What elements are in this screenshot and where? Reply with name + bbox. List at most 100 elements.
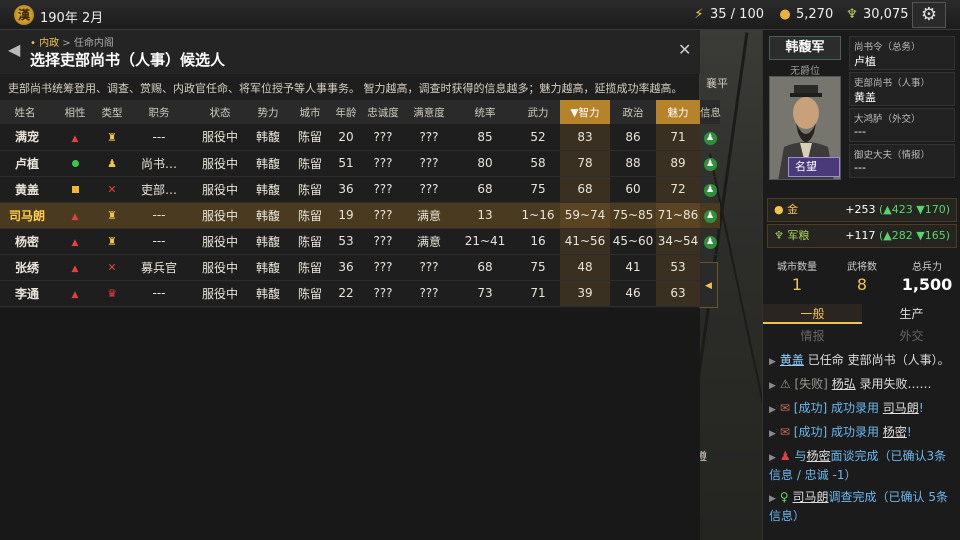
dialog-description: 吏部尚书统筹登用、调查、赏赐、内政官任命、将军位授予等人事事务。 智力越高，调查… — [8, 82, 683, 95]
candidate-row[interactable]: 卢植 ♟ 尚书… 服役中 韩馥 陈留 51?????? 80 58 78 88 89 ♟ — [0, 150, 720, 177]
candidate-row[interactable]: 杨密 ▲ ♜ --- 服役中 韩馥 陈留 53??? 满意 21~41 16 41~56 45~60 34… — [0, 228, 720, 255]
cell-war: 58 — [516, 150, 560, 177]
officer-slot-personnel[interactable]: 吏部尚书（人事） 黄盖 — [849, 72, 955, 106]
column-header[interactable]: 姓名 — [0, 100, 50, 124]
dialog-header: ◀ • 内政 > 任命内阁 选择吏部尚书（人事）候选人 ✕ — [0, 30, 700, 74]
info-icon[interactable]: ♟ — [703, 131, 717, 145]
cell-info[interactable]: ♟ — [700, 150, 720, 177]
log-officer-link[interactable]: 杨密 — [807, 449, 831, 463]
coin-icon: ● — [774, 203, 788, 216]
candidate-row[interactable]: 满宠 ▲ ♜ --- 服役中 韩馥 陈留 20?????? 85 52 83 86 71 ♟ — [0, 124, 720, 151]
officer-name: --- — [854, 161, 866, 174]
city-count-label: 城市数量 — [777, 262, 817, 273]
tab-production[interactable]: 生产 — [862, 304, 960, 324]
food-income: ♆ 军粮 +117 (▲282 ▼165) — [767, 224, 957, 248]
cell-lead: 85 — [454, 124, 516, 151]
type-icon: ♜ — [107, 209, 117, 222]
cell-age: 36 — [330, 176, 362, 203]
column-header[interactable]: 忠诚度 — [362, 100, 404, 124]
column-header[interactable]: 状态 — [194, 100, 246, 124]
cell-city: 陈留 — [290, 176, 330, 203]
candidate-row[interactable]: 李通▲♛---服役中韩馥陈留22??????7371394663♟ — [0, 280, 720, 307]
cell-name[interactable]: 司马朗 — [0, 202, 50, 229]
column-header[interactable]: 势力 — [246, 100, 290, 124]
log-item[interactable]: ▶ ♀ 司马朗调查完成（已确认 5条信息） — [769, 489, 957, 525]
cell-info[interactable]: ♟ — [700, 176, 720, 203]
column-header[interactable]: 政治 — [610, 100, 656, 124]
mail-icon: ✉ — [779, 401, 794, 415]
tab-intel[interactable]: 情报 — [763, 326, 862, 346]
action-points: ⚡ 35 / 100 — [692, 7, 764, 22]
column-header[interactable]: 统率 — [454, 100, 516, 124]
cell-name[interactable]: 李通 — [0, 280, 50, 307]
column-header[interactable]: 满意度 — [404, 100, 454, 124]
info-icon[interactable]: ♟ — [703, 184, 717, 197]
food-income-label: 军粮 — [787, 229, 810, 242]
expand-arrow-icon[interactable]: ▶ — [769, 405, 776, 415]
cell-name[interactable]: 张绣 — [0, 254, 50, 281]
breadcrumb-section[interactable]: • 内政 — [30, 38, 59, 49]
cell-name[interactable]: 卢植 — [0, 150, 50, 177]
settings-button[interactable]: ⚙ — [912, 2, 946, 28]
tab-diplomacy[interactable]: 外交 — [862, 326, 960, 346]
log-officer-link[interactable]: 司马朗 — [883, 401, 919, 415]
cell-info[interactable]: ♟ — [700, 124, 720, 151]
candidate-row[interactable]: 张绣▲✕募兵官服役中韩馥陈留36??????6875484153♟ — [0, 254, 720, 281]
map-city-label[interactable]: 襄平 — [706, 75, 728, 91]
column-header[interactable]: 相性 — [50, 100, 100, 124]
cell-lead: 68 — [454, 176, 516, 203]
cell-post: --- — [124, 202, 194, 229]
expand-arrow-icon[interactable]: ▶ — [769, 494, 776, 504]
cell-aff: ▲ — [50, 202, 100, 229]
cell-lead: 68 — [454, 254, 516, 281]
cell-name[interactable]: 黄盖 — [0, 176, 50, 203]
cell-pol: 45~60 — [610, 228, 656, 255]
back-arrow-icon[interactable]: ◀ — [8, 40, 20, 59]
expand-arrow-icon[interactable]: ▶ — [769, 357, 776, 367]
info-icon[interactable]: ♟ — [703, 210, 717, 223]
log-officer-link[interactable]: 黄盖 — [780, 353, 804, 367]
cell-cha: 89 — [656, 150, 700, 177]
expand-arrow-icon[interactable]: ▶ — [769, 429, 776, 439]
cell-info[interactable]: ♟ — [700, 202, 720, 229]
candidate-row[interactable]: 司马朗 ▲ ♜ --- 服役中 韩馥 陈留 19??? 满意 13 1~16 59~74 75~85 71… — [0, 202, 720, 229]
column-header[interactable]: 城市 — [290, 100, 330, 124]
officer-slot-intel[interactable]: 御史大夫（情报） --- — [849, 144, 955, 178]
fame-badge: 名望 52 — [788, 157, 840, 179]
column-header[interactable]: ▼智力 — [560, 100, 610, 124]
log-officer-link[interactable]: 杨密 — [883, 425, 907, 439]
cell-satisfaction: ??? — [404, 176, 454, 203]
officer-slot-diplomacy[interactable]: 大鸿胪（外交） --- — [849, 108, 955, 142]
column-header[interactable]: 武力 — [516, 100, 560, 124]
collapse-panel-button[interactable]: ◀ — [700, 262, 718, 308]
log-item[interactable]: ▶ ✉ [成功] 成功录用 杨密! — [769, 424, 957, 443]
tab-general[interactable]: 一般 — [763, 304, 862, 324]
info-icon[interactable]: ♟ — [703, 236, 717, 249]
log-officer-link[interactable]: 杨弘 — [832, 377, 856, 391]
log-item[interactable]: ▶ ✉ [成功] 成功录用 司马朗! — [769, 400, 957, 419]
expand-arrow-icon[interactable]: ▶ — [769, 381, 776, 391]
log-item[interactable]: ▶ ⚠ [失败] 杨弘 录用失败…… — [769, 376, 957, 395]
faction-name[interactable]: 韩馥军 — [769, 36, 841, 60]
column-header[interactable]: 类型 — [100, 100, 124, 124]
cell-name[interactable]: 满宠 — [0, 124, 50, 151]
column-header[interactable]: 年龄 — [330, 100, 362, 124]
info-icon[interactable]: ♟ — [703, 158, 717, 171]
officer-slot-general[interactable]: 尚书令（总务） 卢植 — [849, 36, 955, 70]
log-item[interactable]: ▶ ♟ 与杨密面谈完成（已确认3条信息 / 忠诚 -1） — [769, 448, 957, 484]
column-header[interactable]: 信息 — [700, 100, 721, 124]
officer-name: --- — [854, 125, 866, 138]
candidate-row[interactable]: 黄盖 ✕ 吏部… 服役中 韩馥 陈留 36?????? 68 75 68 60 72 ♟ — [0, 176, 720, 203]
column-header[interactable]: 职务 — [124, 100, 194, 124]
game-date: 190年 2月 — [40, 11, 104, 26]
map-city-label[interactable]: 遵 — [700, 448, 707, 464]
cell-name[interactable]: 杨密 — [0, 228, 50, 255]
close-icon[interactable]: ✕ — [678, 40, 691, 59]
expand-arrow-icon[interactable]: ▶ — [769, 453, 776, 463]
log-item[interactable]: ▶ 黄盖 已任命 吏部尚书（人事）。 — [769, 352, 957, 371]
log-officer-link[interactable]: 司马朗 — [793, 490, 829, 504]
cell-info[interactable]: ♟ — [700, 228, 720, 255]
column-header[interactable]: 魅力 — [656, 100, 700, 124]
ruler-portrait[interactable]: 名望 52 — [769, 76, 841, 180]
log-text: ! — [918, 401, 924, 415]
